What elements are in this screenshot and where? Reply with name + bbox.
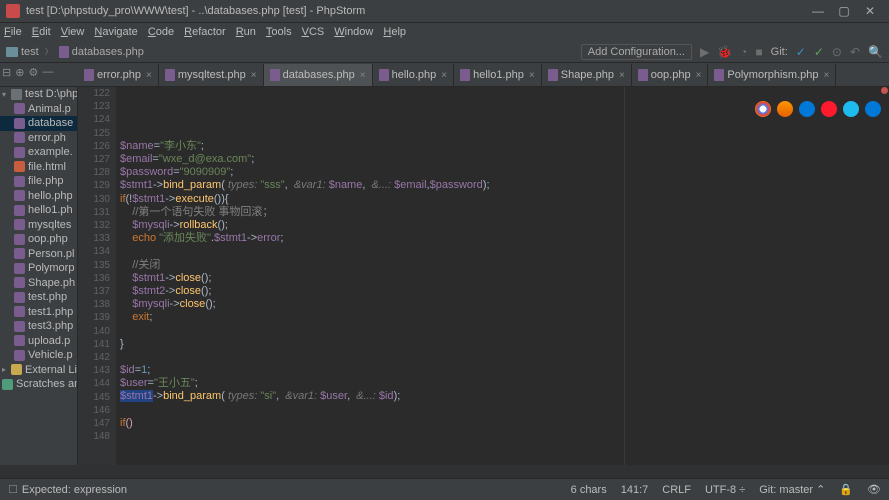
menu-navigate[interactable]: Navigate — [94, 26, 137, 38]
menu-vcs[interactable]: VCS — [302, 26, 325, 38]
close-button[interactable]: ✕ — [857, 2, 883, 20]
menu-run[interactable]: Run — [236, 26, 256, 38]
project-tree[interactable]: ▾test D:\phpAnimal.pdatabaseerror.phexam… — [0, 87, 78, 498]
settings-icon[interactable]: ⚙ — [28, 66, 38, 79]
tree-item[interactable]: Vehicle.p — [0, 348, 77, 363]
close-icon[interactable]: × — [696, 70, 702, 81]
tree-item[interactable]: ▸External Libr — [0, 363, 77, 378]
folder-icon — [6, 47, 18, 57]
menubar: File Edit View Navigate Code Refactor Run Tools… — [0, 23, 889, 41]
tree-item[interactable]: Polymorp — [0, 261, 77, 276]
tree-item[interactable]: error.ph — [0, 131, 77, 146]
close-icon[interactable]: × — [529, 70, 535, 81]
breadcrumb-root[interactable]: test — [6, 46, 39, 58]
status-chars: 6 chars — [571, 484, 607, 496]
status-git[interactable]: Git: master ⌃ — [759, 483, 825, 496]
tree-item[interactable]: ▾test D:\php — [0, 87, 77, 102]
tree-item[interactable]: Animal.p — [0, 102, 77, 117]
breadcrumb-file[interactable]: databases.php — [59, 46, 144, 58]
tree-item[interactable]: mysqltes — [0, 218, 77, 233]
tree-item[interactable]: test1.php — [0, 305, 77, 320]
git-update-icon[interactable]: ✓ — [796, 45, 806, 59]
tab-hello-php[interactable]: hello.php× — [373, 64, 455, 86]
navbar: test 〉 databases.php Add Configuration..… — [0, 41, 889, 63]
tab-error-php[interactable]: error.php× — [78, 64, 159, 86]
tree-item[interactable]: Scratches an — [0, 377, 77, 392]
tab-databases-php[interactable]: databases.php× — [264, 64, 373, 86]
code-area[interactable]: $name="李小东";$email="wxe_d@exa.com";$pass… — [116, 87, 889, 498]
status-encoding[interactable]: UTF-8 ÷ — [705, 484, 745, 496]
app-icon — [6, 4, 20, 18]
git-history-icon[interactable]: ⊙ — [832, 45, 842, 59]
add-configuration-button[interactable]: Add Configuration... — [581, 44, 692, 60]
edge-icon[interactable] — [865, 101, 881, 117]
tree-item[interactable]: Shape.ph — [0, 276, 77, 291]
run-icon[interactable]: ▶ — [700, 45, 709, 59]
tree-item[interactable]: file.html — [0, 160, 77, 175]
tree-item[interactable]: hello.php — [0, 189, 77, 204]
hide-icon[interactable]: — — [42, 66, 53, 79]
status-position[interactable]: 141:7 — [621, 484, 649, 496]
search-icon[interactable]: 🔍 — [868, 45, 883, 59]
close-icon[interactable]: × — [441, 70, 447, 81]
menu-refactor[interactable]: Refactor — [184, 26, 226, 38]
ie-icon[interactable] — [843, 101, 859, 117]
expand-icon[interactable]: ⊕ — [15, 66, 24, 79]
close-icon[interactable]: × — [619, 70, 625, 81]
tab-oop-php[interactable]: oop.php× — [632, 64, 709, 86]
tree-item[interactable]: test3.php — [0, 319, 77, 334]
menu-help[interactable]: Help — [383, 26, 406, 38]
menu-code[interactable]: Code — [148, 26, 174, 38]
chrome-icon[interactable] — [755, 101, 771, 117]
git-commit-icon[interactable]: ✓ — [814, 45, 824, 59]
opera-icon[interactable] — [821, 101, 837, 117]
safari-icon[interactable] — [799, 101, 815, 117]
php-icon — [59, 46, 69, 58]
menu-view[interactable]: View — [61, 26, 85, 38]
editor[interactable]: 1221231241251261271281291301311321331341… — [78, 87, 889, 498]
tree-item[interactable]: Person.pl — [0, 247, 77, 262]
close-icon[interactable]: × — [251, 70, 257, 81]
tree-item[interactable]: database — [0, 116, 77, 131]
coverage-icon[interactable]: ◔ — [740, 45, 747, 59]
close-icon[interactable]: × — [146, 70, 152, 81]
preview-bar — [0, 465, 889, 478]
menu-window[interactable]: Window — [334, 26, 373, 38]
status-message: Expected: expression — [22, 484, 127, 496]
close-icon[interactable]: × — [360, 70, 366, 81]
browser-icons — [755, 101, 881, 117]
minimize-button[interactable]: — — [805, 2, 831, 20]
tab-mysqltest-php[interactable]: mysqltest.php× — [159, 64, 264, 86]
titlebar: test [D:\phpstudy_pro\WWW\test] - ..\dat… — [0, 0, 889, 23]
git-label: Git: — [771, 46, 788, 58]
git-revert-icon[interactable]: ↶ — [850, 45, 860, 59]
tree-item[interactable]: oop.php — [0, 232, 77, 247]
maximize-button[interactable]: ▢ — [831, 2, 857, 20]
tree-item[interactable]: upload.p — [0, 334, 77, 349]
stop-icon[interactable]: ■ — [755, 45, 762, 59]
editor-tabs: ⊟ ⊕ ⚙ — error.php×mysqltest.php×database… — [0, 63, 889, 87]
tree-item[interactable]: hello1.ph — [0, 203, 77, 218]
tab-hello1-php[interactable]: hello1.php× — [454, 64, 542, 86]
firefox-icon[interactable] — [777, 101, 793, 117]
gutter: 1221231241251261271281291301311321331341… — [78, 87, 116, 498]
close-icon[interactable]: × — [824, 70, 830, 81]
status-eol[interactable]: CRLF — [662, 484, 691, 496]
status-bar: ☐ Expected: expression 6 chars 141:7 CRL… — [0, 478, 889, 500]
window-title: test [D:\phpstudy_pro\WWW\test] - ..\dat… — [26, 5, 805, 17]
collapse-icon[interactable]: ⊟ — [2, 66, 11, 79]
tree-item[interactable]: example. — [0, 145, 77, 160]
debug-icon[interactable]: 🐞 — [717, 45, 732, 59]
menu-tools[interactable]: Tools — [266, 26, 292, 38]
inspect-icon[interactable]: 👁 — [867, 483, 881, 496]
menu-edit[interactable]: Edit — [32, 26, 51, 38]
tree-item[interactable]: test.php — [0, 290, 77, 305]
tab-Polymorphism-php[interactable]: Polymorphism.php× — [708, 64, 836, 86]
menu-file[interactable]: File — [4, 26, 22, 38]
tree-item[interactable]: file.php — [0, 174, 77, 189]
lock-icon[interactable]: 🔒 — [839, 483, 853, 496]
tab-Shape-php[interactable]: Shape.php× — [542, 64, 632, 86]
